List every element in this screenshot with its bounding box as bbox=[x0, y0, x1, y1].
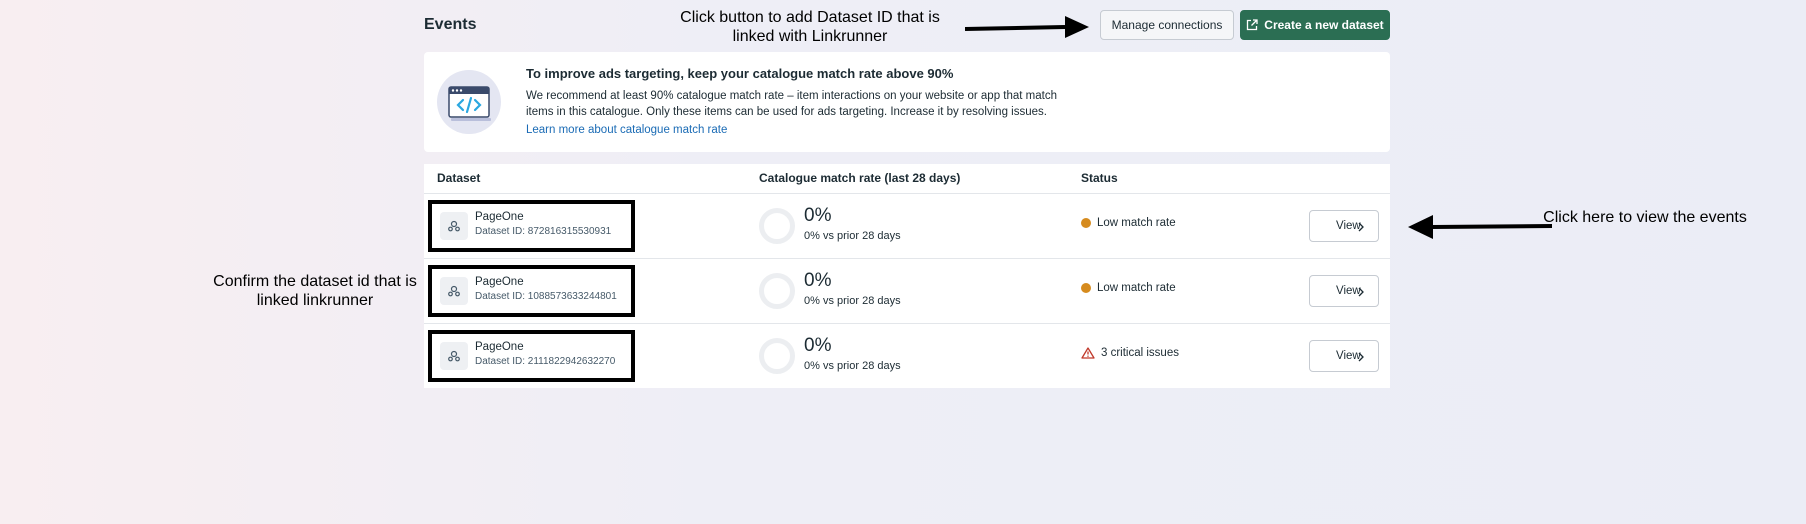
annotation-arrow-right bbox=[965, 16, 1089, 38]
datasets-table: Dataset Catalogue match rate (last 28 da… bbox=[424, 164, 1390, 388]
match-rate-change: 0% vs prior 28 days bbox=[804, 230, 901, 242]
match-rate-value: 0% bbox=[804, 335, 832, 356]
view-button[interactable]: View bbox=[1309, 210, 1379, 242]
column-header-dataset: Dataset bbox=[437, 171, 481, 185]
annotation-view-events: Click here to view the events bbox=[1543, 209, 1747, 226]
external-link-icon bbox=[1247, 19, 1258, 31]
warning-dot-icon bbox=[1081, 283, 1091, 293]
match-rate-ring bbox=[759, 208, 795, 244]
dataset-name: PageOne bbox=[475, 211, 524, 223]
status-badge: Low match rate bbox=[1081, 282, 1176, 294]
status-label: Low match rate bbox=[1097, 282, 1176, 294]
chevron-right-icon bbox=[1358, 352, 1364, 362]
view-button[interactable]: View bbox=[1309, 340, 1379, 372]
annotation-dataset-id: Confirm the dataset id that is linked li… bbox=[213, 273, 417, 309]
status-badge: Low match rate bbox=[1081, 217, 1176, 229]
annotation-arrow-left bbox=[1408, 215, 1553, 239]
manage-connections-button[interactable]: Manage connections bbox=[1100, 10, 1234, 40]
dataset-icon bbox=[440, 212, 468, 240]
alert-triangle-icon bbox=[1081, 347, 1095, 359]
page-title: Events bbox=[424, 16, 477, 33]
table-row: PageOne Dataset ID: 2111822942632270 0% … bbox=[424, 324, 1390, 389]
dataset-cell[interactable]: PageOne Dataset ID: 1088573633244801 bbox=[428, 265, 635, 317]
learn-more-link[interactable]: Learn more about catalogue match rate bbox=[526, 124, 727, 136]
status-label: 3 critical issues bbox=[1101, 347, 1179, 359]
warning-dot-icon bbox=[1081, 218, 1091, 228]
dataset-cell[interactable]: PageOne Dataset ID: 2111822942632270 bbox=[428, 330, 635, 382]
table-row: PageOne Dataset ID: 1088573633244801 0% … bbox=[424, 259, 1390, 324]
dataset-id: Dataset ID: 2111822942632270 bbox=[475, 356, 616, 367]
dataset-id: Dataset ID: 1088573633244801 bbox=[475, 291, 617, 302]
match-rate-change: 0% vs prior 28 days bbox=[804, 360, 901, 372]
table-row: PageOne Dataset ID: 872816315530931 0% 0… bbox=[424, 194, 1390, 259]
table-header: Dataset Catalogue match rate (last 28 da… bbox=[424, 164, 1390, 194]
create-dataset-label: Create a new dataset bbox=[1264, 18, 1384, 32]
dataset-name: PageOne bbox=[475, 341, 524, 353]
match-rate-banner: To improve ads targeting, keep your cata… bbox=[424, 52, 1390, 152]
view-button[interactable]: View bbox=[1309, 275, 1379, 307]
status-label: Low match rate bbox=[1097, 217, 1176, 229]
match-rate-value: 0% bbox=[804, 270, 832, 291]
column-header-status: Status bbox=[1081, 171, 1118, 185]
column-header-match-rate: Catalogue match rate (last 28 days) bbox=[759, 171, 961, 185]
dataset-icon bbox=[440, 277, 468, 305]
code-window-icon bbox=[437, 70, 501, 134]
match-rate-change: 0% vs prior 28 days bbox=[804, 295, 901, 307]
banner-body: We recommend at least 90% catalogue matc… bbox=[526, 90, 1057, 118]
match-rate-value: 0% bbox=[804, 205, 832, 226]
status-badge: 3 critical issues bbox=[1081, 347, 1179, 359]
match-rate-ring bbox=[759, 338, 795, 374]
dataset-cell[interactable]: PageOne Dataset ID: 872816315530931 bbox=[428, 200, 635, 252]
dataset-icon bbox=[440, 342, 468, 370]
create-dataset-button[interactable]: Create a new dataset bbox=[1240, 10, 1390, 40]
match-rate-ring bbox=[759, 273, 795, 309]
dataset-id: Dataset ID: 872816315530931 bbox=[475, 226, 612, 237]
chevron-right-icon bbox=[1358, 222, 1364, 232]
annotation-manage-connections: Click button to add Dataset ID that is l… bbox=[680, 9, 940, 45]
banner-title: To improve ads targeting, keep your cata… bbox=[526, 66, 954, 81]
chevron-right-icon bbox=[1358, 287, 1364, 297]
dataset-name: PageOne bbox=[475, 276, 524, 288]
